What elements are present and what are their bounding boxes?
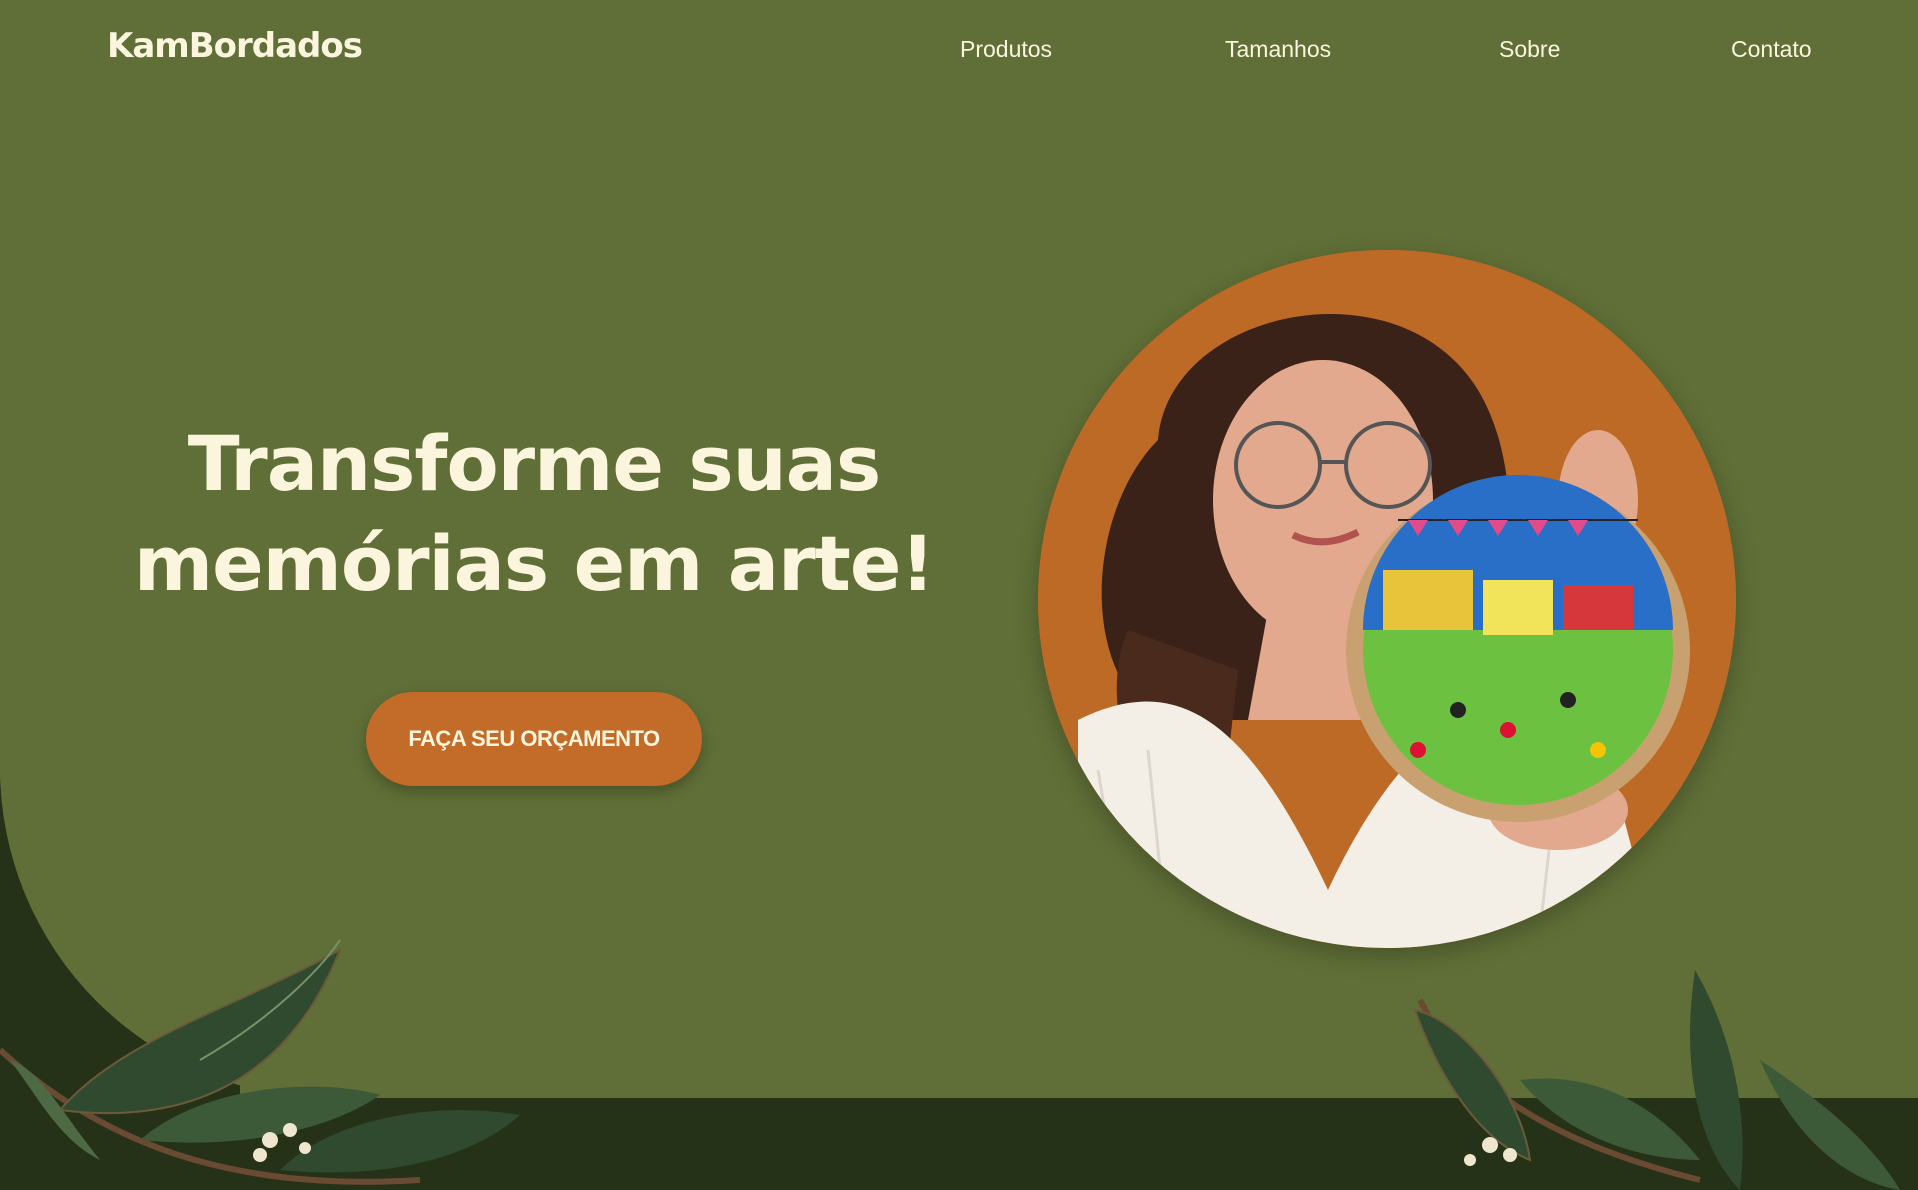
hero-title-line-1: Transforme suas: [187, 419, 881, 508]
portrait-illustration: [1038, 250, 1736, 948]
nav-link-contato[interactable]: Contato: [1731, 36, 1812, 63]
quote-button[interactable]: FAÇA SEU ORÇAMENTO: [366, 692, 702, 786]
nav-link-tamanhos[interactable]: Tamanhos: [1225, 36, 1331, 63]
nav-link-sobre[interactable]: Sobre: [1499, 36, 1560, 63]
main-nav: Produtos Tamanhos Sobre Contato: [0, 36, 1918, 66]
hero-title-line-2: memórias em arte!: [133, 519, 935, 608]
artist-portrait: [1038, 250, 1736, 948]
hero-title: Transforme suas memórias em arte!: [130, 414, 938, 614]
olive-branch-left-icon: [0, 939, 520, 1185]
nav-link-produtos[interactable]: Produtos: [960, 36, 1052, 63]
landing-page: KamBordados Produtos Tamanhos Sobre Cont…: [0, 0, 1918, 1190]
olive-branch-right-icon: [1413, 970, 1900, 1190]
